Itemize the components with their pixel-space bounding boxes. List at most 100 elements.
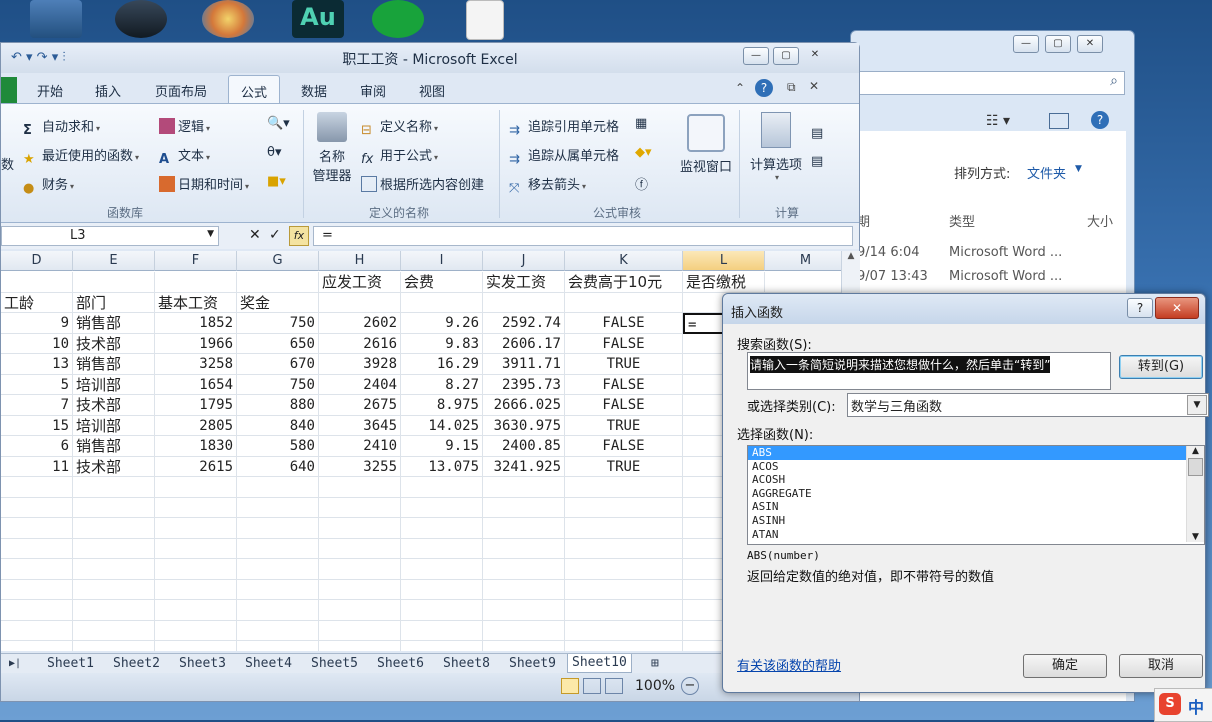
table-cell[interactable]: 3928	[319, 354, 401, 375]
table-cell[interactable]	[483, 620, 565, 641]
error-checking-icon[interactable]: ◆▾	[635, 145, 652, 160]
lookup-reference-icon[interactable]: 🔍▾	[267, 116, 290, 131]
table-cell[interactable]	[483, 477, 565, 498]
table-cell[interactable]: 3258	[155, 354, 237, 375]
list-scrollbar[interactable]: ▲ ▼	[1186, 446, 1204, 542]
evaluate-formula-icon[interactable]: ⓕ	[635, 174, 648, 193]
table-cell[interactable]: FALSE	[565, 436, 683, 457]
ime-indicator[interactable]: S 中	[1154, 688, 1212, 722]
text-button[interactable]: A 文本 ▾	[159, 145, 210, 168]
table-cell[interactable]	[155, 641, 237, 651]
table-cell[interactable]	[401, 538, 483, 559]
sheet-nav-icon[interactable]: ▶|	[9, 655, 21, 673]
page-layout-view-icon[interactable]	[583, 678, 601, 694]
table-cell[interactable]	[73, 538, 155, 559]
minimize-button[interactable]: —	[743, 47, 769, 65]
table-cell[interactable]	[1, 559, 73, 580]
ribbon-collapse-icon[interactable]: ⌃	[735, 81, 745, 95]
table-cell[interactable]	[155, 600, 237, 621]
table-cell[interactable]: TRUE	[565, 456, 683, 477]
table-cell[interactable]	[73, 600, 155, 621]
trace-precedents-button[interactable]: ⇉ 追踪引用单元格	[509, 116, 619, 139]
table-cell[interactable]	[565, 641, 683, 651]
table-cell[interactable]: 15	[1, 415, 73, 436]
table-cell[interactable]	[1, 600, 73, 621]
column-header-i[interactable]: I	[401, 251, 483, 271]
table-cell[interactable]	[73, 559, 155, 580]
category-select[interactable]: 数学与三角函数 ▼	[847, 393, 1209, 417]
file-tab[interactable]	[1, 77, 17, 103]
scroll-up-icon[interactable]: ▲	[842, 251, 860, 261]
table-cell[interactable]	[1, 579, 73, 600]
table-cell[interactable]	[73, 518, 155, 539]
scroll-down-icon[interactable]: ▼	[1187, 532, 1204, 542]
table-cell[interactable]	[237, 518, 319, 539]
table-cell[interactable]: 销售部	[73, 436, 155, 457]
table-cell[interactable]	[73, 579, 155, 600]
remove-arrows-button[interactable]: ⤧ 移去箭头 ▾	[509, 174, 586, 197]
table-cell[interactable]: 11	[1, 456, 73, 477]
table-cell[interactable]	[155, 518, 237, 539]
zoom-level[interactable]: 100%	[635, 678, 675, 694]
table-cell[interactable]	[155, 579, 237, 600]
table-cell[interactable]	[483, 559, 565, 580]
sheet-tab[interactable]: Sheet2	[113, 655, 160, 673]
table-cell[interactable]	[565, 600, 683, 621]
table-cell[interactable]: FALSE	[565, 313, 683, 334]
explorer-close-button[interactable]: ✕	[1077, 35, 1103, 53]
table-cell[interactable]	[155, 620, 237, 641]
sheet-tab[interactable]: Sheet9	[509, 655, 556, 673]
table-cell[interactable]: 1795	[155, 395, 237, 416]
table-cell[interactable]	[1, 477, 73, 498]
restore-icon[interactable]: ⧉	[787, 80, 796, 95]
table-cell[interactable]	[483, 600, 565, 621]
header-cell[interactable]	[401, 292, 483, 313]
help-icon[interactable]: ?	[755, 79, 773, 97]
table-cell[interactable]: FALSE	[565, 374, 683, 395]
header-cell[interactable]: 是否缴税	[683, 272, 765, 293]
table-cell[interactable]	[565, 518, 683, 539]
table-cell[interactable]: 培训部	[73, 415, 155, 436]
col-header-type[interactable]: 类型	[949, 211, 975, 230]
sheet-tab[interactable]: Sheet6	[377, 655, 424, 673]
table-cell[interactable]	[73, 620, 155, 641]
table-cell[interactable]	[1, 641, 73, 651]
sheet-tab[interactable]: Sheet5	[311, 655, 358, 673]
table-cell[interactable]: 9.15	[401, 436, 483, 457]
recent-functions-button[interactable]: ★ 最近使用的函数 ▾	[23, 145, 139, 168]
table-cell[interactable]: 1852	[155, 313, 237, 334]
table-cell[interactable]	[483, 497, 565, 518]
table-cell[interactable]: 14.025	[401, 415, 483, 436]
tab-view[interactable]: 视图	[419, 81, 445, 100]
search-function-input[interactable]: 请输入一条简短说明来描述您想做什么，然后单击“转到”	[747, 352, 1111, 390]
chevron-down-icon[interactable]: ▼	[1187, 395, 1207, 415]
table-cell[interactable]: 8.975	[401, 395, 483, 416]
table-cell[interactable]: 650	[237, 333, 319, 354]
header-cell[interactable]: 工龄	[1, 292, 73, 313]
table-cell[interactable]	[319, 600, 401, 621]
show-formulas-icon[interactable]: ▦	[635, 116, 647, 131]
tab-home[interactable]: 开始	[37, 81, 63, 100]
help-link[interactable]: 有关该函数的帮助	[737, 655, 841, 674]
table-cell[interactable]	[401, 497, 483, 518]
scroll-up-icon[interactable]: ▲	[1187, 446, 1204, 456]
table-cell[interactable]: 销售部	[73, 354, 155, 375]
create-from-selection-button[interactable]: 根据所选内容创建	[361, 174, 484, 193]
ok-button[interactable]: 确定	[1023, 654, 1107, 678]
table-cell[interactable]	[401, 641, 483, 651]
date-time-button[interactable]: 日期和时间 ▾	[159, 174, 249, 193]
financial-button[interactable]: ● 财务 ▾	[23, 174, 74, 197]
table-cell[interactable]: 880	[237, 395, 319, 416]
table-cell[interactable]: 13.075	[401, 456, 483, 477]
explorer-maximize-button[interactable]: ▢	[1045, 35, 1071, 53]
table-cell[interactable]: 2616	[319, 333, 401, 354]
table-cell[interactable]: 9	[1, 313, 73, 334]
use-in-formula-button[interactable]: fx 用于公式 ▾	[361, 145, 438, 168]
table-cell[interactable]: 2805	[155, 415, 237, 436]
table-cell[interactable]	[237, 538, 319, 559]
table-cell[interactable]	[319, 620, 401, 641]
table-cell[interactable]	[401, 620, 483, 641]
table-cell[interactable]: TRUE	[565, 415, 683, 436]
table-cell[interactable]	[237, 559, 319, 580]
table-cell[interactable]: 培训部	[73, 374, 155, 395]
